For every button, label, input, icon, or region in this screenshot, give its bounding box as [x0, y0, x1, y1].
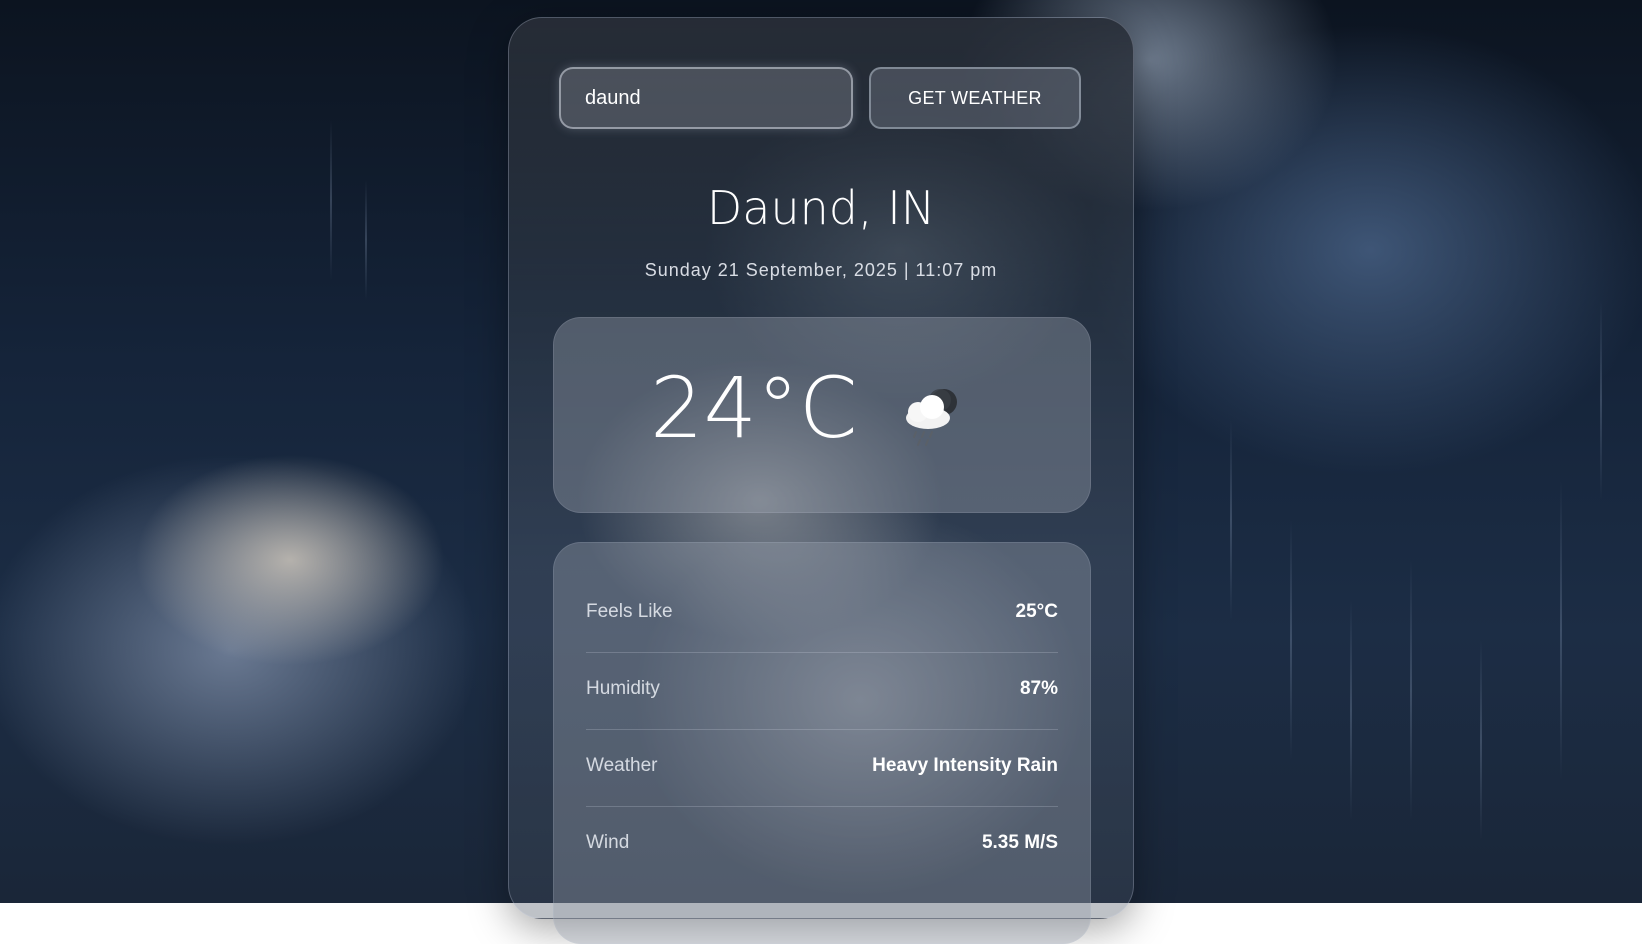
get-weather-button[interactable]: GET WEATHER	[869, 67, 1081, 129]
detail-value: Heavy Intensity Rain	[872, 755, 1058, 776]
city-title: Daund, IN	[706, 181, 936, 235]
weather-card: GET WEATHER Daund, IN Sunday 21 Septembe…	[508, 17, 1134, 944]
weather-details-panel: Feels Like 25°C Humidity 87% Weather Hea…	[553, 542, 1091, 944]
detail-row-feels-like: Feels Like 25°C	[586, 575, 1058, 653]
current-temperature-panel: 24°C	[553, 317, 1091, 513]
date-time-text: Sunday 21 September, 2025 | 11:07 pm	[644, 260, 998, 280]
city-search-input[interactable]	[559, 67, 853, 129]
detail-label: Feels Like	[586, 601, 673, 622]
detail-label: Weather	[586, 755, 658, 776]
detail-value: 5.35 M/S	[981, 832, 1058, 853]
detail-value: 25°C	[1015, 601, 1058, 622]
detail-label: Humidity	[586, 678, 660, 699]
detail-value: 87%	[1019, 678, 1058, 699]
detail-row-wind: Wind 5.35 M/S	[586, 806, 1058, 883]
detail-row-weather: Weather Heavy Intensity Rain	[586, 729, 1058, 807]
detail-row-humidity: Humidity 87%	[586, 652, 1058, 730]
temperature-value: 24°C	[650, 359, 858, 457]
detail-label: Wind	[586, 832, 630, 853]
cloud-rain-night-icon	[906, 389, 957, 446]
